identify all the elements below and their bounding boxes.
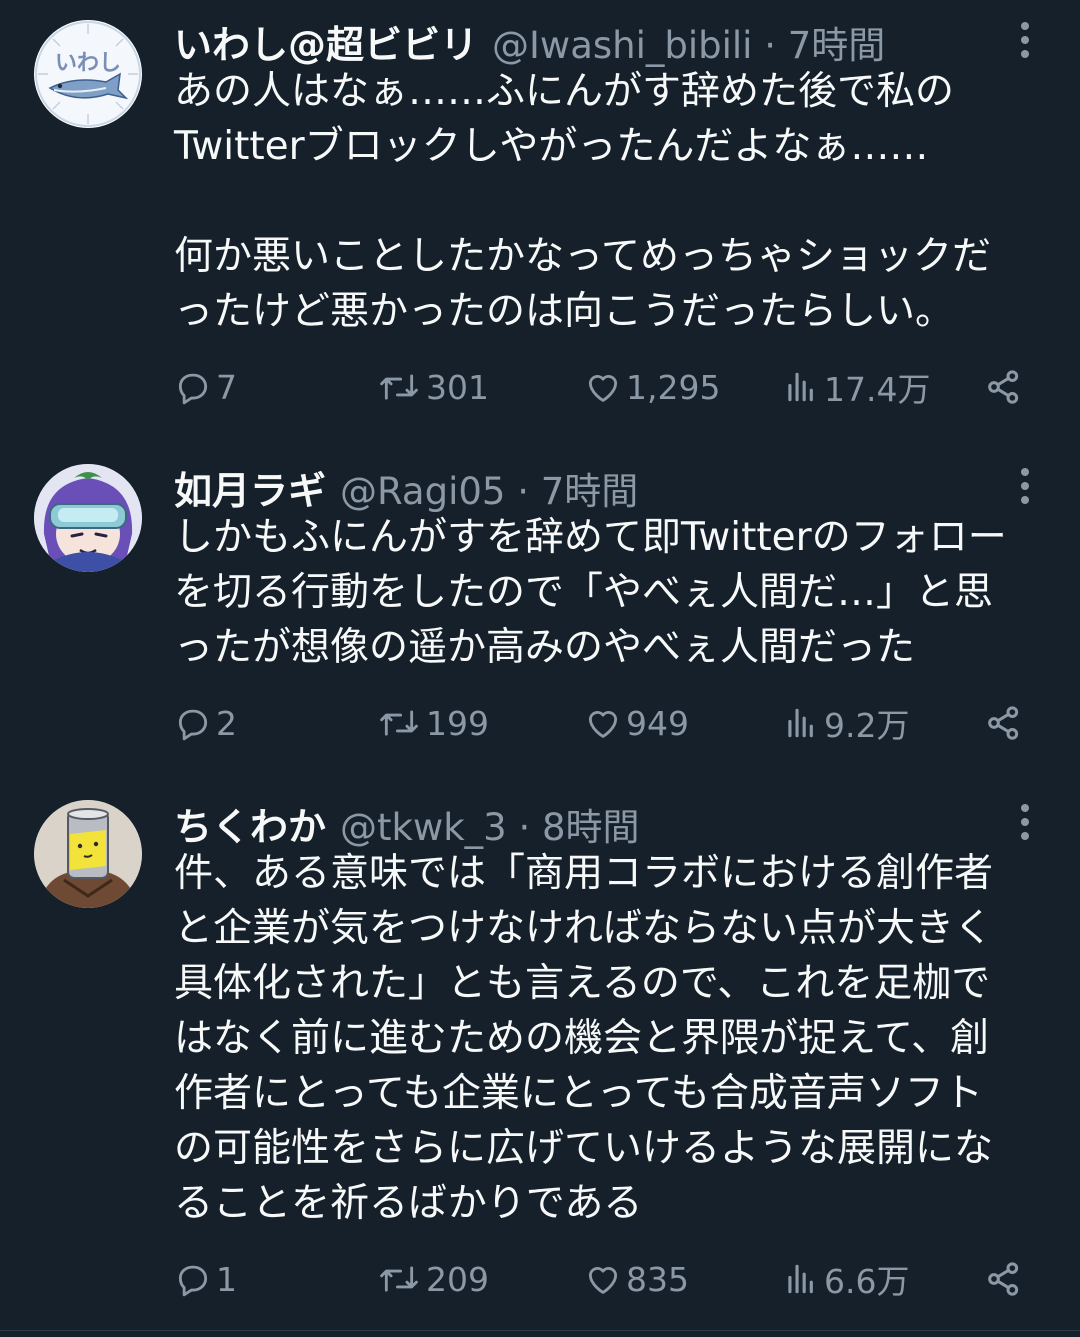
more-options-icon[interactable]: [1010, 802, 1040, 842]
share-icon: [988, 370, 1019, 404]
views-chart-icon: [788, 708, 813, 738]
reply-count: 1: [216, 1259, 237, 1299]
can-head-avatar-icon: [34, 800, 142, 908]
reply-count: 7: [216, 367, 237, 407]
avatar[interactable]: [34, 800, 142, 908]
heart-icon: [588, 711, 618, 738]
avatar[interactable]: いわし: [34, 20, 142, 128]
handle-timestamp[interactable]: @Iwashi_bibili · 7時間: [492, 15, 885, 69]
view-count: 9.2万: [824, 706, 910, 745]
views-chart-icon: [788, 1264, 813, 1294]
share-button[interactable]: [984, 1254, 1024, 1304]
like-count: 835: [626, 1259, 689, 1299]
tweet-text: 件、ある意味では「商用コラボにおける創作者 と企業が気をつけなければならない点が…: [174, 851, 994, 1226]
share-icon: [988, 706, 1019, 740]
retweet-button[interactable]: 209: [376, 1254, 489, 1304]
views-button[interactable]: 17.4万: [782, 362, 930, 412]
handle-timestamp[interactable]: @Ragi05 · 7時間: [340, 461, 638, 515]
action-bar: 2 199 949 9.2万: [0, 698, 1080, 748]
share-button[interactable]: [984, 362, 1024, 412]
anime-character-avatar-icon: [34, 464, 142, 572]
like-count: 1,295: [626, 367, 721, 407]
reply-count: 2: [216, 703, 237, 743]
heart-icon: [588, 375, 618, 402]
view-count: 6.6万: [824, 1262, 910, 1301]
tweet-text: あの人はなぁ……ふにんがす辞めた後で私の Twitterブロックしやがったんだよ…: [174, 69, 992, 334]
retweet-count: 199: [426, 703, 489, 743]
bottom-divider: [0, 1330, 1080, 1331]
retweet-count: 209: [426, 1259, 489, 1299]
avatar[interactable]: [34, 464, 142, 572]
views-button[interactable]: 9.2万: [782, 698, 909, 748]
reply-icon: [178, 373, 208, 405]
retweet-button[interactable]: 301: [376, 362, 489, 412]
reply-icon: [178, 709, 208, 741]
reply-button[interactable]: 7: [174, 362, 237, 412]
action-bar: 7 301 1,295 17.4万: [0, 362, 1080, 412]
like-count: 949: [626, 703, 689, 743]
display-name[interactable]: 如月ラギ: [174, 460, 326, 515]
reply-button[interactable]: 1: [174, 1254, 237, 1304]
heart-icon: [588, 1267, 618, 1294]
display-name[interactable]: ちくわか: [174, 796, 326, 851]
retweet-icon: [380, 374, 418, 400]
views-button[interactable]: 6.6万: [782, 1254, 909, 1304]
retweet-button[interactable]: 199: [376, 698, 489, 748]
like-button[interactable]: 835: [584, 1254, 689, 1304]
views-chart-icon: [788, 372, 813, 402]
like-button[interactable]: 949: [584, 698, 689, 748]
view-count: 17.4万: [824, 370, 931, 409]
share-icon: [988, 1262, 1019, 1296]
more-options-icon[interactable]: [1010, 466, 1040, 506]
svg-text:いわし: いわし: [55, 51, 121, 76]
action-bar: 1 209 835 6.6万: [0, 1254, 1080, 1304]
more-options-icon[interactable]: [1010, 20, 1040, 60]
reply-icon: [178, 1265, 208, 1297]
share-button[interactable]: [984, 698, 1024, 748]
handle-timestamp[interactable]: @tkwk_3 · 8時間: [340, 797, 640, 851]
reply-button[interactable]: 2: [174, 698, 237, 748]
tweet-text: しかもふにんがすを辞めて即Twitterのフォロー を切る行動をしたので「やべぇ…: [174, 515, 1007, 670]
like-button[interactable]: 1,295: [584, 362, 720, 412]
retweet-count: 301: [426, 367, 489, 407]
retweet-icon: [380, 710, 418, 736]
display-name[interactable]: いわし@超ビビリ: [174, 14, 478, 69]
sardine-fish-icon: いわし: [35, 21, 141, 127]
retweet-icon: [380, 1266, 418, 1292]
